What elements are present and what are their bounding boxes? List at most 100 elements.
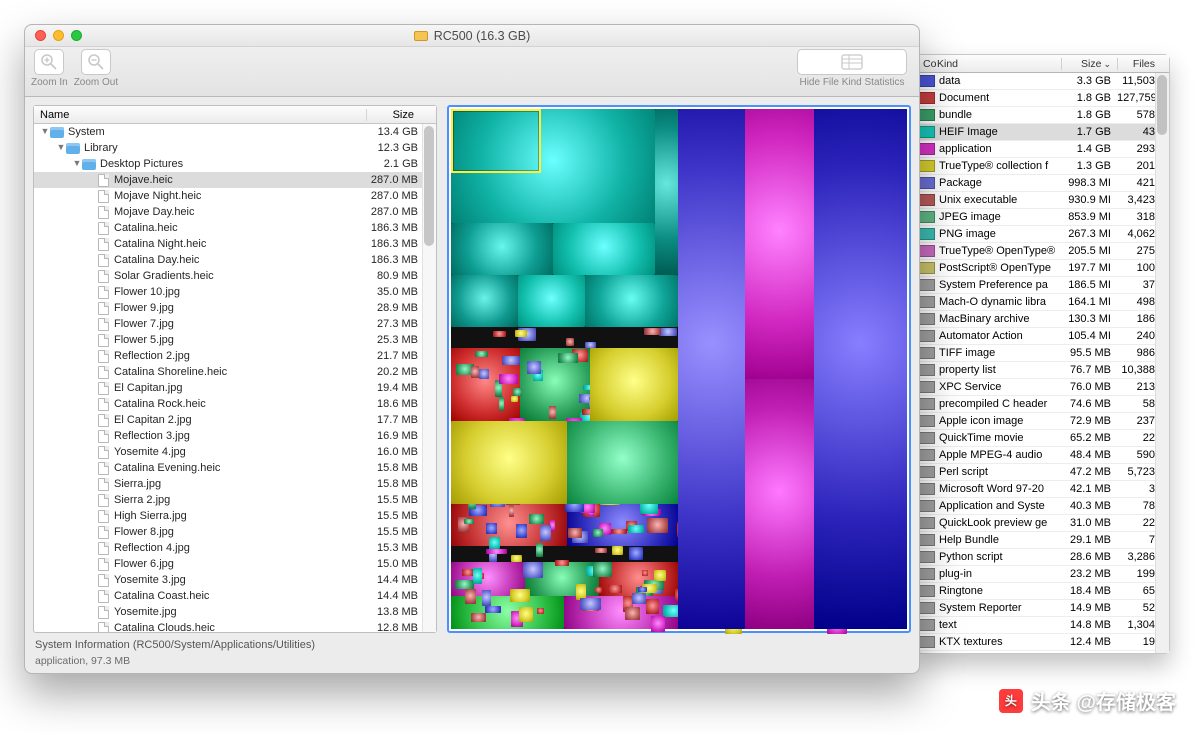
treemap-block[interactable] <box>580 598 601 610</box>
tree-row[interactable]: Catalina Rock.heic18.6 MB <box>34 396 436 412</box>
treemap-block[interactable] <box>509 505 515 517</box>
treemap-block[interactable] <box>519 607 533 622</box>
tree-row[interactable]: Flower 7.jpg27.3 MB <box>34 316 436 332</box>
stats-row[interactable]: Mach-O dynamic libra164.1 MI498 <box>917 294 1169 311</box>
treemap-block[interactable] <box>628 525 644 533</box>
stats-row[interactable]: Package998.3 MI421 <box>917 175 1169 192</box>
stats-row[interactable]: bundle1.8 GB578 <box>917 107 1169 124</box>
stats-row[interactable]: Microsoft Word 97-2042.1 MB3 <box>917 481 1169 498</box>
treemap-block[interactable] <box>611 529 628 534</box>
zoom-button[interactable] <box>71 30 82 41</box>
tree-row[interactable]: Sierra 2.jpg15.5 MB <box>34 492 436 508</box>
stats-row[interactable]: Automator Action105.4 MI240 <box>917 328 1169 345</box>
stats-row[interactable]: QuickLook preview ge31.0 MB22 <box>917 515 1169 532</box>
treemap-block[interactable] <box>568 528 583 537</box>
stats-row[interactable]: MacBinary archive130.3 MI186 <box>917 311 1169 328</box>
tree-scroll-thumb[interactable] <box>424 126 434 246</box>
treemap-block[interactable] <box>629 547 643 560</box>
treemap-block[interactable] <box>465 589 476 604</box>
treemap-block[interactable] <box>451 275 518 327</box>
tree-row[interactable]: Sierra.jpg15.8 MB <box>34 476 436 492</box>
treemap-block[interactable] <box>489 537 500 549</box>
minimize-button[interactable] <box>53 30 64 41</box>
close-button[interactable] <box>35 30 46 41</box>
stats-row[interactable]: Help Bundle29.1 MB7 <box>917 532 1169 549</box>
treemap-block[interactable] <box>464 519 474 524</box>
col-header-name[interactable]: Name <box>34 109 366 121</box>
tree-row[interactable]: Catalina Evening.heic15.8 MB <box>34 460 436 476</box>
disclosure-triangle[interactable]: ▼ <box>40 126 50 136</box>
col-header-color[interactable]: Color <box>921 58 937 70</box>
treemap-block[interactable] <box>475 351 488 358</box>
hide-stats-button[interactable]: Hide File Kind Statistics <box>797 49 907 88</box>
stats-row[interactable]: property list76.7 MB10,388 <box>917 362 1169 379</box>
stats-row[interactable]: PNG image267.3 MI4,062 <box>917 226 1169 243</box>
treemap-block[interactable] <box>647 518 668 534</box>
tree-row[interactable]: Yosemite 3.jpg14.4 MB <box>34 572 436 588</box>
tree-row[interactable]: Catalina Clouds.heic12.8 MB <box>34 620 436 632</box>
treemap-block[interactable] <box>511 396 518 402</box>
treemap-block[interactable] <box>585 275 678 327</box>
treemap-block[interactable] <box>593 529 604 536</box>
treemap-block[interactable] <box>595 587 603 593</box>
stats-row[interactable]: System Reporter14.9 MB52 <box>917 600 1169 617</box>
col-header-kind[interactable]: Kind <box>937 58 1061 70</box>
stats-row[interactable]: text14.8 MB1,304 <box>917 617 1169 634</box>
treemap-block[interactable] <box>451 223 553 275</box>
stats-row[interactable]: Unix executable930.9 MI3,423 <box>917 192 1169 209</box>
treemap-block[interactable] <box>511 555 523 562</box>
tree-row[interactable]: Flower 5.jpg25.3 MB <box>34 332 436 348</box>
stats-row[interactable]: TrueType® OpenType®205.5 MI275 <box>917 243 1169 260</box>
treemap-block[interactable] <box>642 570 649 576</box>
treemap-block[interactable] <box>493 331 506 337</box>
treemap-block[interactable] <box>451 109 655 223</box>
stats-row[interactable]: HEIF Image1.7 GB43 <box>917 124 1169 141</box>
stats-row[interactable]: JPEG image853.9 MI318 <box>917 209 1169 226</box>
titlebar[interactable]: RC500 (16.3 GB) <box>25 25 919 47</box>
tree-row[interactable]: Reflection 4.jpg15.3 MB <box>34 540 436 556</box>
treemap-block[interactable] <box>513 388 523 396</box>
treemap-block[interactable] <box>455 580 474 589</box>
treemap-block[interactable] <box>523 562 543 578</box>
treemap-block[interactable] <box>638 587 647 592</box>
tree-row[interactable]: Mojave Night.heic287.0 MB <box>34 188 436 204</box>
treemap[interactable] <box>451 109 907 629</box>
stats-row[interactable]: Perl script47.2 MB5,723 <box>917 464 1169 481</box>
treemap-block[interactable] <box>536 543 543 557</box>
treemap-block[interactable] <box>612 546 623 554</box>
treemap-block[interactable] <box>473 568 482 584</box>
treemap-block[interactable] <box>529 514 543 524</box>
stats-row[interactable]: System Preference pa186.5 MI37 <box>917 277 1169 294</box>
stats-row[interactable]: plug-in23.2 MB199 <box>917 566 1169 583</box>
stats-row[interactable]: localized PDF11.7 MB2 <box>917 651 1169 653</box>
treemap-block[interactable] <box>537 608 543 614</box>
treemap-block[interactable] <box>499 397 504 411</box>
tree-row[interactable]: Yosemite.jpg13.8 MB <box>34 604 436 620</box>
treemap-block[interactable] <box>745 379 814 629</box>
treemap-block[interactable] <box>814 109 907 629</box>
col-header-size[interactable]: Size <box>366 109 436 121</box>
treemap-block[interactable] <box>550 520 555 532</box>
tree-row[interactable]: Flower 10.jpg35.0 MB <box>34 284 436 300</box>
tree-row[interactable]: Catalina Coast.heic14.4 MB <box>34 588 436 604</box>
tree-row[interactable]: ▼Library12.3 GB <box>34 140 436 156</box>
treemap-block[interactable] <box>659 328 677 335</box>
treemap-block[interactable] <box>499 374 517 384</box>
tree-row[interactable]: Mojave Day.heic287.0 MB <box>34 204 436 220</box>
tree-row[interactable]: El Capitan 2.jpg17.7 MB <box>34 412 436 428</box>
stats-row[interactable]: application1.4 GB293 <box>917 141 1169 158</box>
treemap-block[interactable] <box>745 109 814 379</box>
treemap-block[interactable] <box>462 569 474 577</box>
stats-row[interactable]: Apple MPEG-4 audio48.4 MB590 <box>917 447 1169 464</box>
treemap-block[interactable] <box>655 109 678 275</box>
stats-row[interactable]: Document1.8 GB127,759 <box>917 90 1169 107</box>
treemap-block[interactable] <box>644 328 662 335</box>
stats-row[interactable]: QuickTime movie65.2 MB22 <box>917 430 1169 447</box>
col-header-size[interactable]: Size⌄ <box>1061 58 1117 70</box>
treemap-block[interactable] <box>590 348 678 421</box>
treemap-block[interactable] <box>482 590 491 606</box>
tree-row[interactable]: Catalina Day.heic186.3 MB <box>34 252 436 268</box>
treemap-block[interactable] <box>485 606 500 613</box>
tree-row[interactable]: ▼System13.4 GB <box>34 124 436 140</box>
treemap-block[interactable] <box>632 593 646 604</box>
